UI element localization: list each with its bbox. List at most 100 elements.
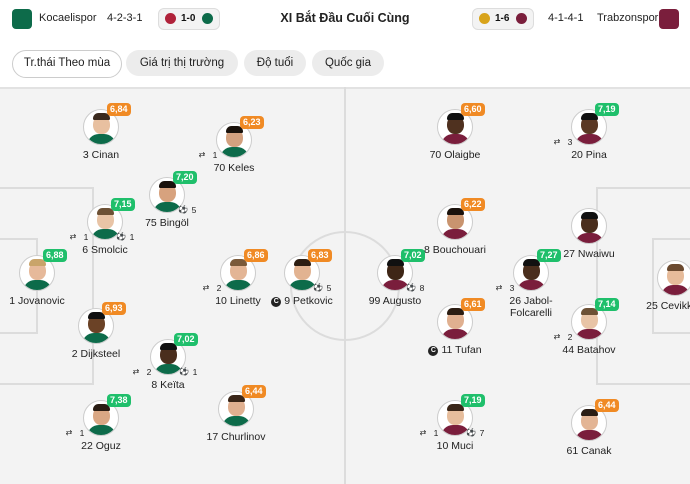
player-shirt [441, 229, 470, 239]
goal-badge: ⚽ 8 [406, 283, 425, 293]
away-last-match-pill[interactable]: 1-6 [472, 8, 534, 30]
substitution-icon: ⇄ [553, 137, 561, 146]
substitution-icon: ⇄ [419, 428, 427, 437]
player-name: 70 Olaigbe [429, 149, 481, 161]
goal-badge: ⚽ 5 [178, 205, 197, 215]
player-name: 70 Keles [213, 162, 255, 174]
player-card[interactable]: 7,14 ⇄ 2 44 Batahov [534, 298, 644, 374]
football-icon: ⚽ [406, 283, 416, 292]
rating-badge: 6,83 [308, 249, 332, 262]
player-name: 1 Jovanovic [9, 295, 65, 307]
player-shirt [575, 329, 604, 339]
trabzonspor-logo-icon [659, 9, 679, 29]
trabzonspor-mini-icon [516, 13, 527, 24]
goal-badge: ⚽ 5 [313, 283, 332, 293]
rating-badge: 6,23 [240, 116, 264, 129]
substitution-badge: ⇄ 1 [198, 150, 218, 160]
player-card[interactable]: 7,19 ⇄ 1 ⚽ 7 10 Muci [400, 394, 510, 470]
substitution-icon: ⇄ [69, 232, 77, 241]
away-formation: 4-1-4-1 [548, 12, 584, 24]
substitution-icon: ⇄ [495, 283, 503, 292]
substitution-badge: ⇄ 3 [495, 283, 515, 293]
away-team-name[interactable]: Trabzonspor [597, 12, 658, 24]
rating-badge: 7,02 [401, 249, 425, 262]
player-shirt [87, 425, 116, 435]
substitution-badge: ⇄ 1 [65, 428, 85, 438]
player-name: 20 Pina [571, 149, 607, 161]
player-avatar[interactable] [657, 260, 690, 296]
rating-badge: 6,44 [595, 399, 619, 412]
player-card[interactable]: 6,44 17 Churlinov [181, 385, 291, 461]
substitution-badge: ⇄ 3 [553, 137, 573, 147]
player-name: 22 Oguz [81, 440, 121, 452]
football-icon: ⚽ [178, 205, 188, 214]
page-title: XI Bắt Đầu Cuối Cùng [280, 11, 410, 25]
player-name: 44 Batahov [562, 344, 616, 356]
rating-badge: 7,19 [595, 103, 619, 116]
player-shirt [23, 280, 52, 290]
football-icon: ⚽ [466, 428, 476, 437]
player-card[interactable]: 6,60 70 Olaigbe [400, 103, 510, 179]
tab-country[interactable]: Quốc gia [312, 50, 384, 76]
player-name: 75 Bingöl [145, 217, 189, 229]
player-name: 17 Churlinov [206, 431, 266, 443]
player-name: 8 Keïta [151, 379, 185, 391]
substitution-icon: ⇄ [202, 283, 210, 292]
tab-market-value[interactable]: Giá trị thị trường [126, 50, 238, 76]
lineup-header: Kocaelispor 4-2-3-1 1-0 XI Bắt Đầu Cuối … [0, 0, 690, 38]
player-shirt [575, 430, 604, 440]
player-shirt [661, 285, 690, 295]
goal-badge: ⚽ 1 [179, 367, 198, 377]
rating-badge: 6,22 [461, 198, 485, 211]
player-shirt [441, 329, 470, 339]
football-icon: ⚽ [313, 283, 323, 292]
player-card[interactable]: 6,61 C 11 Tufan [400, 298, 510, 374]
captain-icon: C [428, 346, 439, 356]
goal-badge: ⚽ 7 [466, 428, 485, 438]
player-shirt [82, 333, 111, 343]
substitution-badge: ⇄ 1 [419, 428, 439, 438]
rating-badge: 6,84 [107, 103, 131, 116]
player-card[interactable]: 6,23 ⇄ 1 70 Keles [179, 116, 289, 192]
player-shirt [575, 233, 604, 243]
substitution-icon: ⇄ [132, 367, 140, 376]
opponent-logo-icon [479, 13, 490, 24]
player-hair [581, 212, 598, 219]
captain-icon: C [271, 297, 282, 307]
player-shirt [517, 280, 546, 290]
player-avatar[interactable] [571, 208, 607, 244]
rating-badge: 6,61 [461, 298, 485, 311]
away-last-score: 1-6 [495, 13, 510, 24]
player-shirt [575, 134, 604, 144]
rating-badge: 7,02 [174, 333, 198, 346]
player-hair [667, 264, 684, 271]
substitution-badge: ⇄ 2 [202, 283, 222, 293]
football-icon: ⚽ [179, 367, 189, 376]
rating-badge: 7,14 [595, 298, 619, 311]
player-card[interactable]: 7,19 ⇄ 3 20 Pina [534, 103, 644, 179]
substitution-icon: ⇄ [553, 332, 561, 341]
player-card[interactable]: 6,44 61 Canak [534, 399, 644, 475]
rating-badge: 7,27 [537, 249, 561, 262]
player-name: 61 Canak [566, 445, 612, 457]
rating-badge: 7,19 [461, 394, 485, 407]
rating-badge: 6,60 [461, 103, 485, 116]
player-shirt [222, 416, 251, 426]
player-card[interactable]: 7,38 ⇄ 1 22 Oguz [46, 394, 156, 470]
rating-badge: 6,44 [242, 385, 266, 398]
player-name: 3 Cinan [82, 149, 120, 161]
player-card[interactable]: 6,84 3 Cinan [46, 103, 156, 179]
substitution-icon: ⇄ [65, 428, 73, 437]
substitution-badge: ⇄ 2 [553, 332, 573, 342]
player-shirt [220, 147, 249, 157]
substitution-badge: ⇄ 2 [132, 367, 152, 377]
rating-badge: 6,93 [102, 302, 126, 315]
substitution-badge: ⇄ 1 [69, 232, 89, 242]
player-name: C 11 Tufan [380, 344, 530, 356]
substitution-icon: ⇄ [198, 150, 206, 159]
player-name: 10 Muci [436, 440, 474, 452]
tab-season-form[interactable]: Tr.thái Theo mùa [12, 50, 122, 78]
tab-age[interactable]: Độ tuổi [244, 50, 306, 76]
player-shirt [87, 134, 116, 144]
player-shirt [441, 134, 470, 144]
